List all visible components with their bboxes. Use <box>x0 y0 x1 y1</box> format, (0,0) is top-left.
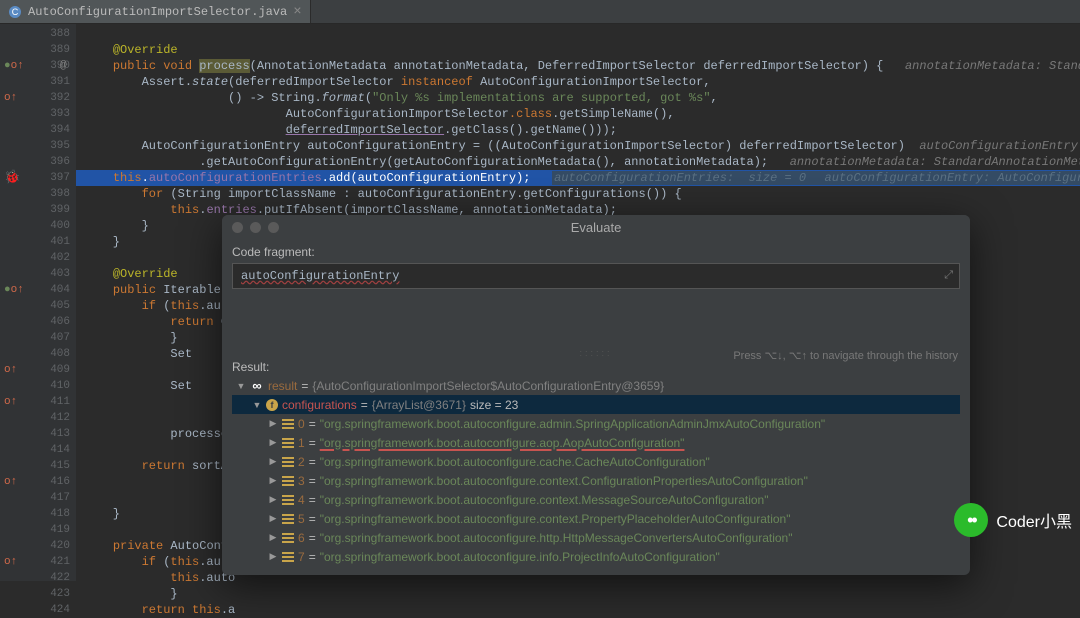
gutter-line[interactable]: 🐞397 <box>0 170 76 186</box>
gutter-line[interactable]: o↑392 <box>0 90 76 106</box>
code-line[interactable]: public void process(AnnotationMetadata a… <box>76 58 1080 74</box>
fragment-text: autoConfigurationEntry <box>241 269 399 283</box>
code-line[interactable] <box>76 26 1080 42</box>
editor-tab-bar: C AutoConfigurationImportSelector.java × <box>0 0 1080 24</box>
gutter-line[interactable]: 398 <box>0 186 76 202</box>
close-icon[interactable]: × <box>293 4 301 20</box>
watermark: •• Coder小黑 <box>954 503 1072 537</box>
tree-node[interactable]: ▼∞result = {AutoConfigurationImportSelec… <box>232 376 960 395</box>
gutter-line[interactable]: 418 <box>0 506 76 522</box>
fragment-label: Code fragment: <box>222 239 970 263</box>
code-line[interactable]: } <box>76 586 1080 602</box>
gutter-line[interactable]: 414 <box>0 442 76 458</box>
result-tree[interactable]: ▼∞result = {AutoConfigurationImportSelec… <box>222 374 970 566</box>
gutter-line[interactable]: 420 <box>0 538 76 554</box>
gutter-line[interactable]: ●o↑404 <box>0 282 76 298</box>
gutter-line[interactable]: 412 <box>0 410 76 426</box>
gutter-line[interactable]: ●o↑390@ <box>0 58 76 74</box>
gutter-line[interactable]: 406 <box>0 314 76 330</box>
code-fragment-input[interactable]: autoConfigurationEntry ⤢ <box>232 263 960 289</box>
watermark-text: Coder小黑 <box>996 508 1072 532</box>
gutter-line[interactable]: o↑421 <box>0 554 76 570</box>
gutter-line[interactable]: 405 <box>0 298 76 314</box>
gutter-line[interactable]: 395 <box>0 138 76 154</box>
tree-node[interactable]: ▶ 0 = "org.springframework.boot.autoconf… <box>232 414 960 433</box>
code-line[interactable]: .getAutoConfigurationEntry(getAutoConfig… <box>76 154 1080 170</box>
tree-node[interactable]: ▼f configurations = {ArrayList@3671} siz… <box>232 395 960 414</box>
code-line[interactable]: () -> String.format("Only %s implementat… <box>76 90 1080 106</box>
gutter-line[interactable]: 389 <box>0 42 76 58</box>
gutter-line[interactable]: 400 <box>0 218 76 234</box>
gutter-line[interactable]: 396 <box>0 154 76 170</box>
dialog-title: Evaluate <box>222 220 970 235</box>
gutter-line[interactable]: o↑409 <box>0 362 76 378</box>
gutter-line[interactable]: 407 <box>0 330 76 346</box>
editor-tab-active[interactable]: C AutoConfigurationImportSelector.java × <box>0 0 311 23</box>
gutter-line[interactable]: o↑411 <box>0 394 76 410</box>
gutter-line[interactable]: 424 <box>0 602 76 618</box>
tree-node[interactable]: ▶ 5 = "org.springframework.boot.autoconf… <box>232 509 960 528</box>
code-line[interactable]: this.autoConfigurationEntries.add(autoCo… <box>76 170 1080 186</box>
gutter-line[interactable]: 423 <box>0 586 76 602</box>
code-line[interactable]: AutoConfigurationImportSelector.class.ge… <box>76 106 1080 122</box>
gutter-line[interactable]: 422 <box>0 570 76 586</box>
expand-icon[interactable]: ⤢ <box>944 270 953 282</box>
code-line[interactable]: deferredImportSelector.getClass().getNam… <box>76 122 1080 138</box>
svg-text:C: C <box>12 7 19 17</box>
line-number-gutter: 388389●o↑390@391o↑392393394395396🐞397398… <box>0 24 76 581</box>
gutter-line[interactable]: 413 <box>0 426 76 442</box>
gutter-line[interactable]: 415 <box>0 458 76 474</box>
gutter-line[interactable]: 419 <box>0 522 76 538</box>
evaluate-dialog: Evaluate Code fragment: autoConfiguratio… <box>222 215 970 575</box>
gutter-line[interactable]: 399 <box>0 202 76 218</box>
wechat-icon: •• <box>954 503 988 537</box>
code-line[interactable]: @Override <box>76 42 1080 58</box>
gutter-line[interactable]: o↑416 <box>0 474 76 490</box>
java-class-icon: C <box>8 5 22 19</box>
gutter-line[interactable]: 391 <box>0 74 76 90</box>
gutter-line[interactable]: 408 <box>0 346 76 362</box>
tree-node[interactable]: ▶ 3 = "org.springframework.boot.autoconf… <box>232 471 960 490</box>
tab-filename: AutoConfigurationImportSelector.java <box>28 5 287 19</box>
gutter-line[interactable]: 417 <box>0 490 76 506</box>
code-line[interactable]: return this.a <box>76 602 1080 618</box>
tree-node[interactable]: ▶ 6 = "org.springframework.boot.autoconf… <box>232 528 960 547</box>
tree-node[interactable]: ▶ 7 = "org.springframework.boot.autoconf… <box>232 547 960 566</box>
code-line[interactable]: Assert.state(deferredImportSelector inst… <box>76 74 1080 90</box>
gutter-line[interactable]: 401 <box>0 234 76 250</box>
dialog-titlebar[interactable]: Evaluate <box>222 215 970 239</box>
gutter-line[interactable]: 393 <box>0 106 76 122</box>
tree-node[interactable]: ▶ 2 = "org.springframework.boot.autoconf… <box>232 452 960 471</box>
gutter-line[interactable]: 410 <box>0 378 76 394</box>
tree-node[interactable]: ▶ 1 = "org.springframework.boot.autoconf… <box>232 433 960 452</box>
gutter-line[interactable]: 402 <box>0 250 76 266</box>
code-line[interactable]: for (String importClassName : autoConfig… <box>76 186 1080 202</box>
gutter-line[interactable]: 388 <box>0 26 76 42</box>
gutter-line[interactable]: 394 <box>0 122 76 138</box>
code-line[interactable]: AutoConfigurationEntry autoConfiguration… <box>76 138 1080 154</box>
gutter-line[interactable]: 403 <box>0 266 76 282</box>
tree-node[interactable]: ▶ 4 = "org.springframework.boot.autoconf… <box>232 490 960 509</box>
